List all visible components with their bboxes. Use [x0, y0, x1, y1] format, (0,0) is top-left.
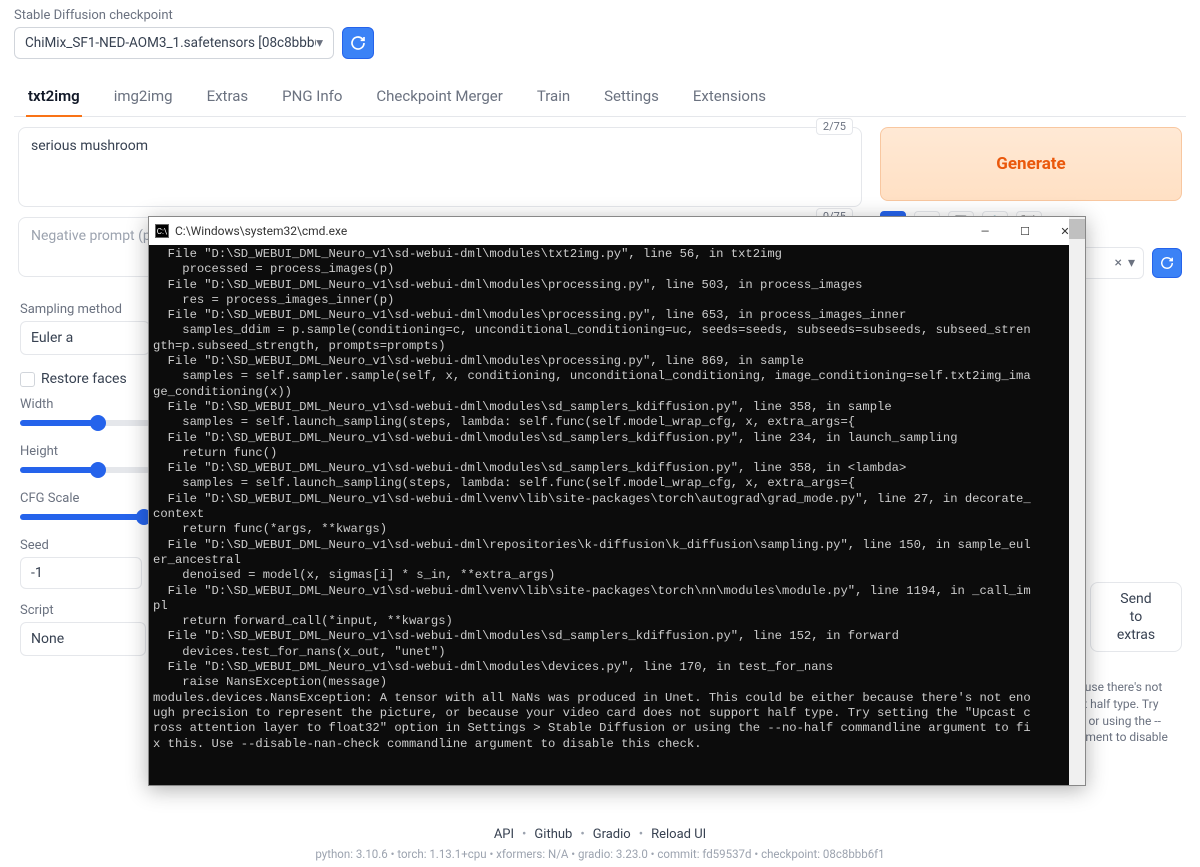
refresh-checkpoint-button[interactable]	[342, 27, 374, 59]
sampling-method-select[interactable]: Euler a	[20, 321, 150, 355]
sampling-method-label: Sampling method	[20, 302, 150, 317]
width-slider[interactable]	[20, 420, 150, 426]
tab-img2img[interactable]: img2img	[112, 81, 175, 116]
footer-link-github[interactable]: Github	[534, 827, 572, 842]
tab-extras[interactable]: Extras	[205, 81, 251, 116]
send-to-extras-button[interactable]: Send to extras	[1090, 582, 1182, 652]
tab-settings[interactable]: Settings	[602, 81, 661, 116]
cmd-output[interactable]: File "D:\SD_WEBUI_DML_Neuro_v1\sd-webui-…	[149, 245, 1085, 785]
tab-pnginfo[interactable]: PNG Info	[280, 81, 344, 116]
refresh-icon	[1160, 256, 1174, 270]
checkpoint-value: ChiMix_SF1-NED-AOM3_1.safetensors [08c8b…	[25, 35, 316, 51]
cfg-slider[interactable]	[20, 514, 150, 520]
cmd-title: C:\Windows\system32\cmd.exe	[175, 224, 347, 238]
restore-faces-label: Restore faces	[41, 371, 127, 387]
checkpoint-label: Stable Diffusion checkpoint	[14, 8, 1186, 23]
refresh-icon	[350, 35, 366, 51]
restore-faces-checkbox[interactable]	[20, 372, 35, 387]
chevron-down-icon: ▾	[316, 35, 323, 51]
height-label: Height	[20, 444, 150, 459]
script-label: Script	[20, 603, 150, 618]
tab-extensions[interactable]: Extensions	[691, 81, 768, 116]
generate-button[interactable]: Generate	[880, 127, 1182, 201]
footer-link-reload[interactable]: Reload UI	[651, 827, 706, 842]
footer-links: API • Github • Gradio • Reload UI	[0, 827, 1200, 842]
seed-input[interactable]: -1	[20, 557, 142, 589]
cmd-titlebar[interactable]: C:\ C:\Windows\system32\cmd.exe — ☐ ✕	[149, 217, 1085, 245]
refresh-styles-button[interactable]	[1152, 248, 1182, 278]
prompt-token-counter: 2/75	[816, 118, 853, 135]
footer-link-api[interactable]: API	[494, 827, 514, 842]
cfg-label: CFG Scale	[20, 491, 150, 506]
cmd-scroll-thumb[interactable]	[1069, 219, 1085, 239]
error-text-fragment: cause there's not ort half type. Try on …	[1072, 679, 1186, 746]
maximize-button[interactable]: ☐	[1005, 217, 1045, 245]
cmd-scrollbar[interactable]	[1069, 217, 1085, 785]
prompt-input[interactable]: 2/75 serious mushroom	[18, 127, 862, 207]
script-select[interactable]: None	[20, 622, 146, 656]
tab-checkpoint-merger[interactable]: Checkpoint Merger	[374, 81, 504, 116]
checkpoint-select[interactable]: ChiMix_SF1-NED-AOM3_1.safetensors [08c8b…	[14, 27, 334, 59]
tab-train[interactable]: Train	[535, 81, 572, 116]
main-tabs: txt2img img2img Extras PNG Info Checkpoi…	[14, 81, 1186, 117]
cmd-icon: C:\	[155, 224, 169, 238]
footer-info: python: 3.10.6 • torch: 1.13.1+cpu • xfo…	[0, 847, 1200, 861]
footer-link-gradio[interactable]: Gradio	[593, 827, 631, 842]
minimize-button[interactable]: —	[965, 217, 1005, 245]
seed-label: Seed	[20, 538, 150, 553]
chevron-down-icon: ▾	[1128, 255, 1135, 271]
tab-txt2img[interactable]: txt2img	[26, 81, 82, 117]
prompt-text: serious mushroom	[31, 138, 148, 154]
height-slider[interactable]	[20, 467, 150, 473]
cmd-window: C:\ C:\Windows\system32\cmd.exe — ☐ ✕ Fi…	[148, 216, 1086, 786]
width-label: Width	[20, 397, 150, 412]
